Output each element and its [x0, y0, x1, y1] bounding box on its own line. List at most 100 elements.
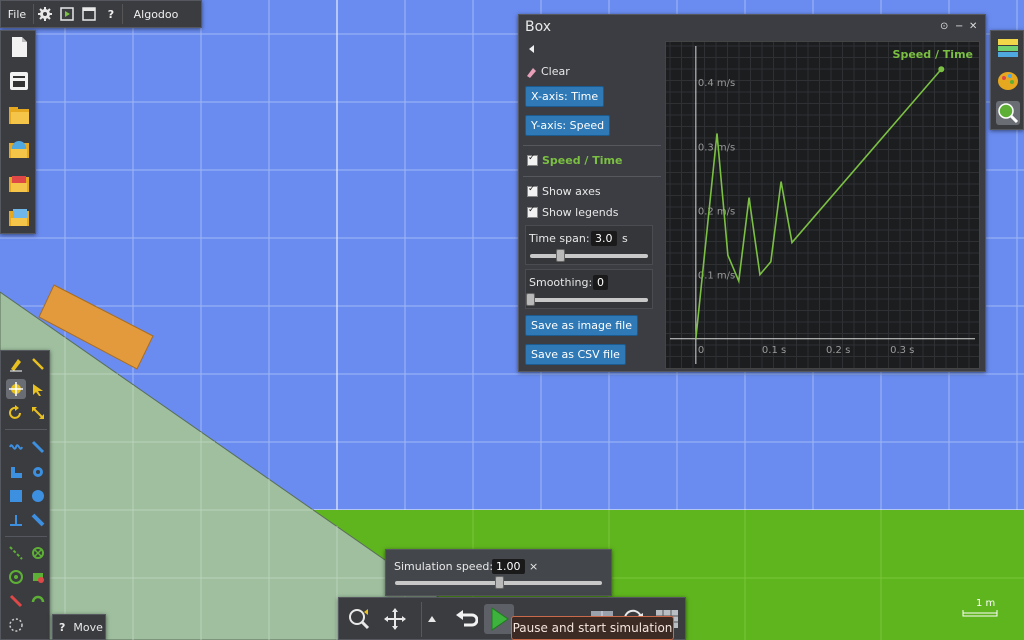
- knife-tool-icon[interactable]: [28, 437, 48, 457]
- panel-divider: [523, 176, 661, 177]
- show-legends-toggle[interactable]: Show legends: [527, 205, 619, 219]
- pan-icon[interactable]: [380, 604, 410, 634]
- circle-tool-icon[interactable]: [28, 486, 48, 506]
- series-line: [695, 68, 942, 339]
- show-legends-label: Show legends: [542, 206, 619, 219]
- series-endpoint: [938, 66, 945, 73]
- scale-tool-icon[interactable]: [28, 403, 48, 423]
- hinge-tool-icon[interactable]: [28, 543, 48, 563]
- clear-label: Clear: [541, 65, 570, 78]
- smoothing-slider-handle[interactable]: [526, 293, 535, 306]
- scale-indicator: 1 m: [962, 598, 998, 620]
- time-span-track[interactable]: [530, 254, 648, 258]
- time-span-unit: s: [622, 232, 628, 245]
- clear-button[interactable]: Clear: [525, 65, 570, 78]
- time-span-label: Time span:: [529, 232, 590, 245]
- play-simulation-button[interactable]: [484, 604, 514, 634]
- time-span-slider-handle[interactable]: [555, 249, 565, 262]
- help-button[interactable]: ?: [100, 0, 122, 28]
- graph-window-title: Box: [525, 19, 552, 35]
- layers-icon[interactable]: [996, 36, 1020, 60]
- show-legends-checkbox[interactable]: [527, 205, 538, 218]
- series-toggle-label: Speed / Time: [542, 154, 623, 167]
- current-tool-indicator: ? Move: [52, 614, 106, 640]
- smoothing-panel: Smoothing: 0: [525, 269, 653, 309]
- eraser-icon: [527, 67, 536, 78]
- plane-tool-icon[interactable]: [6, 510, 26, 530]
- file-menu[interactable]: File: [1, 0, 33, 28]
- tracer-tool-icon[interactable]: [28, 567, 48, 587]
- rotate-tool-icon[interactable]: [6, 403, 26, 423]
- scene-properties-icon[interactable]: [7, 69, 31, 93]
- save-csv-button[interactable]: Save as CSV file: [525, 344, 626, 365]
- open-scene-icon[interactable]: [7, 137, 31, 161]
- x-tick-label: 0: [698, 345, 704, 356]
- y-tick-label: 0.4 m/s: [698, 78, 735, 89]
- show-axes-label: Show axes: [542, 185, 601, 198]
- sim-speed-input[interactable]: 1.00: [492, 559, 525, 574]
- pin-window-icon[interactable]: ⊙: [940, 21, 948, 32]
- toolbar-divider: [421, 602, 422, 637]
- open-phunlet-icon[interactable]: [7, 171, 31, 195]
- new-scene-icon[interactable]: [7, 35, 31, 59]
- simulation-speed-panel: Simulation speed: 1.00 ×: [385, 549, 612, 596]
- polygon-tool-icon[interactable]: [6, 462, 26, 482]
- tools-divider: [5, 536, 47, 537]
- y-tick-label: 0.2 m/s: [698, 206, 735, 217]
- show-axes-checkbox[interactable]: [527, 184, 538, 197]
- undo-icon[interactable]: [451, 604, 481, 634]
- algodoo-menu[interactable]: Algodoo: [123, 0, 189, 28]
- current-tool-label: Move: [73, 620, 103, 634]
- axle-tool-icon[interactable]: [6, 567, 26, 587]
- browse-folder-icon[interactable]: [7, 205, 31, 229]
- thruster-tool-icon[interactable]: [28, 591, 48, 611]
- simulation-tooltip: Pause and start simulation: [511, 616, 674, 640]
- expand-up-icon[interactable]: [425, 604, 439, 634]
- chain-tool-icon[interactable]: [28, 510, 48, 530]
- fixate-tool-icon[interactable]: [6, 543, 26, 563]
- tool-help-button[interactable]: ?: [59, 621, 65, 634]
- window-icon[interactable]: [78, 0, 100, 28]
- brush-tool-icon[interactable]: [28, 354, 48, 374]
- x-axis-button[interactable]: X-axis: Time: [525, 86, 605, 107]
- play-window-icon[interactable]: [56, 0, 78, 28]
- series-checkbox[interactable]: [527, 153, 538, 166]
- y-axis-button[interactable]: Y-axis: Speed: [525, 115, 611, 136]
- sketch-tool-icon[interactable]: [6, 354, 26, 374]
- series-toggle[interactable]: Speed / Time: [527, 153, 623, 167]
- close-window-icon[interactable]: ✕: [969, 21, 977, 32]
- fluid-tool-icon[interactable]: [6, 615, 26, 635]
- laser-tool-icon[interactable]: [6, 591, 26, 611]
- sim-speed-slider-handle[interactable]: [494, 576, 504, 589]
- box-tool-icon[interactable]: [6, 486, 26, 506]
- tools-divider: [5, 429, 47, 430]
- open-folder-icon[interactable]: [7, 103, 31, 127]
- smoothing-input[interactable]: 0: [593, 275, 608, 290]
- tools-panel: [0, 350, 50, 640]
- smoothing-label: Smoothing:: [529, 276, 593, 289]
- gear-tool-icon[interactable]: [28, 462, 48, 482]
- speed-time-chart: 0 0.1 s 0.2 s 0.3 s0.1 m/s0.2 m/s0.3 m/s0.4…: [666, 42, 979, 368]
- play-icon: [491, 607, 509, 631]
- legend-label: Speed / Time: [893, 48, 973, 61]
- save-image-button[interactable]: Save as image file: [525, 315, 638, 336]
- x-tick-label: 0.1 s: [762, 345, 786, 356]
- x-tick-label: 0.2 s: [826, 345, 850, 356]
- settings-gear-icon[interactable]: [34, 0, 56, 28]
- panel-divider: [523, 145, 661, 146]
- move-tool-icon[interactable]: [6, 379, 26, 399]
- spring-tool-icon[interactable]: [6, 437, 26, 457]
- graph-inspect-icon[interactable]: [996, 101, 1020, 125]
- graph-plot-area: 0 0.1 s 0.2 s 0.3 s 0.1 m/s 0.2 m/s 0.3 m/s 0.4…: [665, 41, 980, 369]
- collapse-panel-icon[interactable]: [527, 44, 537, 57]
- show-axes-toggle[interactable]: Show axes: [527, 184, 601, 198]
- minimize-window-icon[interactable]: −: [955, 21, 963, 32]
- sim-speed-unit: ×: [529, 560, 539, 573]
- drag-tool-icon[interactable]: [28, 379, 48, 399]
- zoom-icon[interactable]: [344, 604, 374, 634]
- time-span-panel: Time span: 3.0 s: [525, 225, 653, 265]
- appearance-palette-icon[interactable]: [996, 69, 1020, 93]
- sim-speed-label: Simulation speed:: [394, 560, 494, 573]
- smoothing-track[interactable]: [530, 298, 648, 302]
- time-span-input[interactable]: 3.0: [591, 231, 617, 246]
